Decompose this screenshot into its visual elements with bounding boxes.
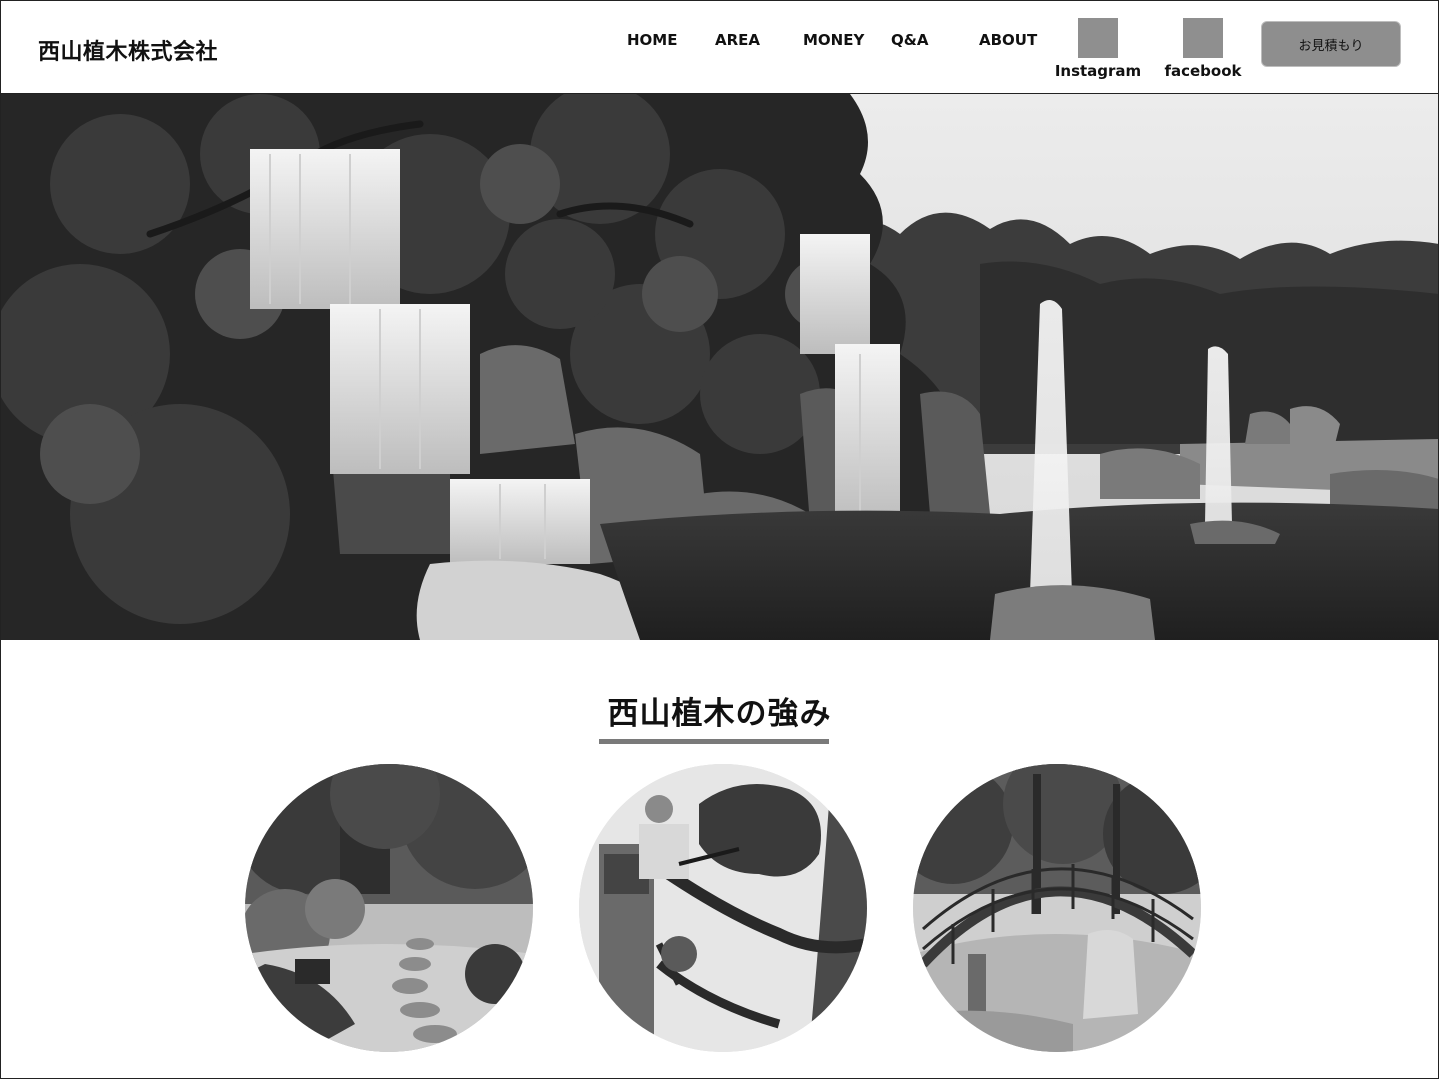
nav-money[interactable]: MONEY: [803, 31, 864, 49]
garden-bridge-image: [913, 764, 1201, 1052]
pruning-work-image: [579, 764, 867, 1052]
title-underline: [599, 739, 829, 744]
instagram-icon[interactable]: [1078, 18, 1118, 58]
hero-image: [0, 94, 1439, 640]
section-title-strengths: 西山植木の強み: [607, 696, 832, 732]
hero-waterfall-garden-photo: [0, 94, 1439, 640]
strength-photo-bridge[interactable]: [913, 764, 1201, 1052]
nav-about[interactable]: ABOUT: [979, 31, 1037, 49]
facebook-label: facebook: [1164, 62, 1242, 80]
instagram-link[interactable]: Instagram: [1053, 18, 1143, 80]
nav-home[interactable]: HOME: [627, 31, 677, 49]
facebook-link[interactable]: facebook: [1158, 18, 1248, 80]
facebook-icon[interactable]: [1183, 18, 1223, 58]
garden-path-image: [245, 764, 533, 1052]
instagram-label: Instagram: [1054, 62, 1142, 80]
nav-area[interactable]: AREA: [715, 31, 760, 49]
site-logo-text[interactable]: 西山植木株式会社: [38, 34, 218, 66]
strength-photo-pruning[interactable]: [579, 764, 867, 1052]
strength-photo-garden-path[interactable]: [245, 764, 533, 1052]
nav-qa[interactable]: Q&A: [891, 31, 928, 49]
site-header: 西山植木株式会社 HOME AREA MONEY Q&A ABOUT Insta…: [0, 0, 1439, 94]
quote-button[interactable]: お見積もり: [1261, 21, 1401, 67]
